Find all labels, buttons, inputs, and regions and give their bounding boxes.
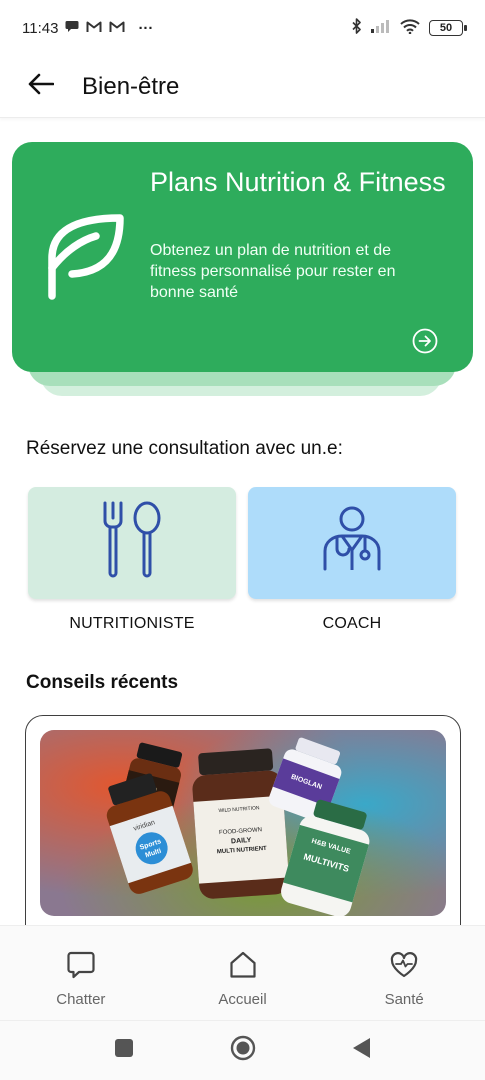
- nav-label-accueil: Accueil: [218, 991, 267, 1008]
- coach-card[interactable]: [248, 487, 456, 599]
- nav-item-accueil[interactable]: Accueil: [162, 926, 324, 1020]
- heart-pulse-icon: [389, 950, 419, 985]
- arrow-circle-right-icon[interactable]: [412, 328, 438, 354]
- page-title: Bien-être: [82, 72, 180, 100]
- tips-heading: Conseils récents: [26, 672, 179, 693]
- app-header: Bien-être: [0, 56, 485, 118]
- svg-text:DAILY: DAILY: [231, 837, 252, 845]
- hero-description: Obtenez un plan de nutrition et de fitne…: [150, 242, 396, 301]
- nutritionist-card[interactable]: [28, 487, 236, 599]
- chat-icon: [66, 950, 96, 985]
- more-notifications: ···: [138, 19, 154, 37]
- wifi-icon: [400, 18, 420, 38]
- status-time: 11:43: [22, 19, 59, 37]
- home-circle-icon[interactable]: [230, 1035, 256, 1066]
- arrow-left-icon: [28, 73, 55, 100]
- consultation-heading: Réservez une consultation avec un.e:: [26, 438, 343, 459]
- back-triangle-icon[interactable]: [352, 1037, 372, 1064]
- nav-item-chatter[interactable]: Chatter: [0, 926, 162, 1020]
- bluetooth-icon: [352, 18, 362, 38]
- nav-label-chatter: Chatter: [56, 991, 106, 1008]
- chat-bubble-icon: [65, 20, 79, 37]
- battery-icon: 50: [429, 20, 467, 36]
- hero-title: Plans Nutrition & Fitness: [150, 167, 446, 197]
- gmail-icon: [109, 20, 125, 37]
- nutritionist-label: NUTRITIONISTE: [69, 615, 195, 632]
- home-icon: [228, 950, 258, 985]
- system-nav-bar: [0, 1021, 485, 1080]
- gmail-icon: [86, 20, 102, 37]
- supplement-bottles-image: WILD viridian Sports Multi WILD NUTRITIO…: [40, 730, 446, 916]
- status-bar: 11:43 ··· 50: [0, 0, 485, 56]
- doctor-icon: [317, 505, 387, 582]
- bottom-nav: Chatter Accueil Santé: [0, 925, 485, 1021]
- nav-item-sante[interactable]: Santé: [323, 926, 485, 1020]
- leaf-icon: [44, 210, 128, 305]
- cellular-signal-icon: [371, 19, 391, 37]
- fork-spoon-icon: [101, 501, 163, 586]
- back-button[interactable]: [0, 56, 82, 118]
- nav-label-sante: Santé: [384, 991, 424, 1008]
- recent-apps-icon[interactable]: [114, 1038, 134, 1063]
- coach-label: COACH: [322, 615, 382, 632]
- tip-card[interactable]: WILD viridian Sports Multi WILD NUTRITIO…: [25, 715, 461, 955]
